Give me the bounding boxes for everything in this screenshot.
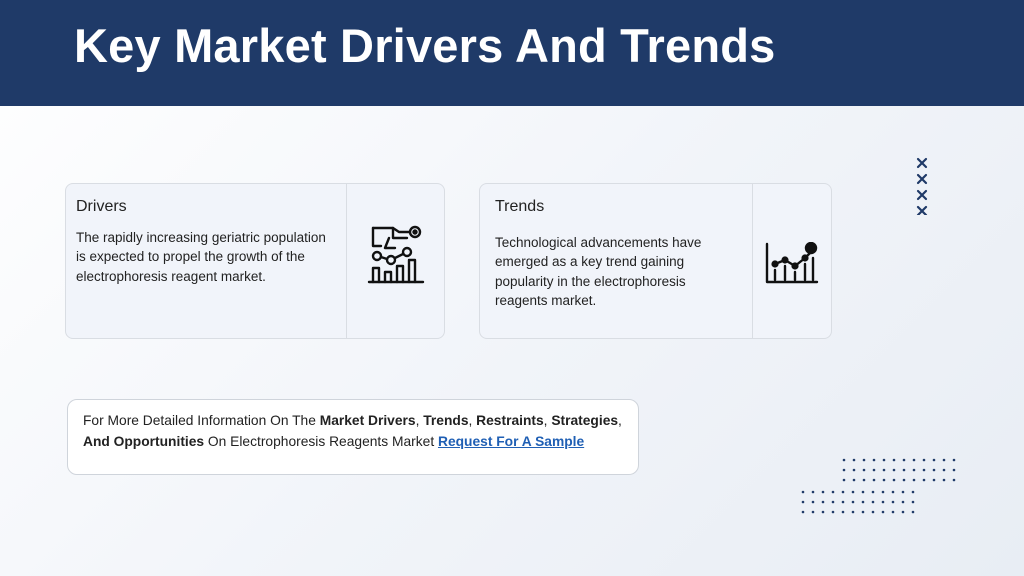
decor-dot — [872, 468, 876, 472]
decor-dot — [932, 478, 936, 482]
trends-icon-panel — [752, 184, 831, 338]
decor-dot — [911, 490, 915, 494]
decor-dot — [882, 468, 886, 472]
decor-dot — [892, 468, 896, 472]
decor-dot — [851, 500, 855, 504]
info-bold-trends: Trends — [423, 413, 469, 428]
decor-dot — [882, 458, 886, 462]
trends-heading: Trends — [495, 198, 545, 215]
info-text-1: For More Detailed Information On The — [83, 413, 320, 428]
decor-dot — [892, 478, 896, 482]
decor-dot — [901, 510, 905, 514]
decor-dot — [821, 510, 825, 514]
decor-dot — [872, 458, 876, 462]
decor-dot — [872, 478, 876, 482]
decor-dot — [831, 490, 835, 494]
decor-dot — [842, 468, 846, 472]
decor-dot — [821, 490, 825, 494]
decor-dot — [841, 490, 845, 494]
decor-dot — [912, 468, 916, 472]
decor-dot — [841, 500, 845, 504]
decor-dot — [862, 468, 866, 472]
info-bold-strategies: Strategies — [551, 413, 619, 428]
decor-dot — [811, 510, 815, 514]
info-bold-market-drivers: Market Drivers — [319, 413, 416, 428]
decor-dot — [892, 458, 896, 462]
decor-dot — [932, 458, 936, 462]
decor-dot — [891, 510, 895, 514]
decor-dot — [952, 458, 956, 462]
decor-dot-grid-icon — [801, 458, 956, 514]
decor-dot — [862, 458, 866, 462]
info-box: For More Detailed Information On The Mar… — [67, 399, 639, 475]
decor-dot — [932, 468, 936, 472]
info-bold-opportunities: And Opportunities — [83, 433, 205, 449]
decor-dot — [871, 510, 875, 514]
header-bar: Key Market Drivers And Trends — [0, 0, 1024, 106]
decor-dot — [911, 510, 915, 514]
decor-dot — [852, 458, 856, 462]
decor-dot — [821, 500, 825, 504]
request-sample-link[interactable]: Request For A Sample — [438, 434, 584, 449]
decor-dot — [871, 490, 875, 494]
decor-dot — [842, 478, 846, 482]
decor-dot — [881, 490, 885, 494]
decor-dot — [902, 458, 906, 462]
decor-dot — [881, 510, 885, 514]
trends-text: Technological advancements have emerged … — [495, 235, 702, 308]
decor-dot — [852, 468, 856, 472]
decor-dot — [831, 510, 835, 514]
decor-dot — [881, 500, 885, 504]
decor-dot — [851, 510, 855, 514]
decor-dot — [842, 458, 846, 462]
decor-dot — [901, 500, 905, 504]
decor-dot — [841, 510, 845, 514]
decor-dot — [882, 478, 886, 482]
decor-dot — [801, 500, 805, 504]
decor-dot — [902, 468, 906, 472]
drivers-icon-panel — [346, 184, 444, 338]
decor-dot — [922, 468, 926, 472]
decor-dot — [862, 478, 866, 482]
trend-chart-icon — [765, 242, 819, 284]
decor-dot — [952, 478, 956, 482]
decor-dot — [942, 458, 946, 462]
decor-dot — [801, 510, 805, 514]
trends-card: Trends Technological advancements have e… — [479, 183, 832, 339]
decor-x-marks-icon — [916, 157, 928, 215]
drivers-card: Drivers The rapidly increasing geriatric… — [65, 183, 445, 339]
decor-dot — [861, 510, 865, 514]
page-title: Key Market Drivers And Trends — [74, 19, 776, 72]
decor-dot — [922, 478, 926, 482]
decor-dot — [912, 478, 916, 482]
info-text-6: On Electrophoresis Reagents Market — [204, 433, 438, 449]
decor-dot — [891, 490, 895, 494]
decor-dot — [861, 490, 865, 494]
drivers-text: The rapidly increasing geriatric populat… — [76, 230, 326, 284]
decor-dot — [871, 500, 875, 504]
decor-dot — [831, 500, 835, 504]
decor-dot — [902, 478, 906, 482]
decor-dot — [942, 478, 946, 482]
decor-dot — [861, 500, 865, 504]
decor-dot — [922, 458, 926, 462]
decor-dot — [811, 490, 815, 494]
decor-dot — [942, 468, 946, 472]
decor-dot — [952, 468, 956, 472]
decor-dot — [891, 500, 895, 504]
info-bold-restraints: Restraints — [476, 413, 544, 428]
decor-dot — [811, 500, 815, 504]
decor-dot — [912, 458, 916, 462]
info-text: For More Detailed Information On The Mar… — [83, 411, 623, 452]
decor-dot — [852, 478, 856, 482]
decor-dot — [911, 500, 915, 504]
drivers-heading: Drivers — [76, 198, 127, 215]
info-text-5: , — [618, 413, 622, 428]
decor-dot — [901, 490, 905, 494]
decor-dot — [801, 490, 805, 494]
decor-dot — [851, 490, 855, 494]
hand-chart-icon — [367, 225, 425, 284]
